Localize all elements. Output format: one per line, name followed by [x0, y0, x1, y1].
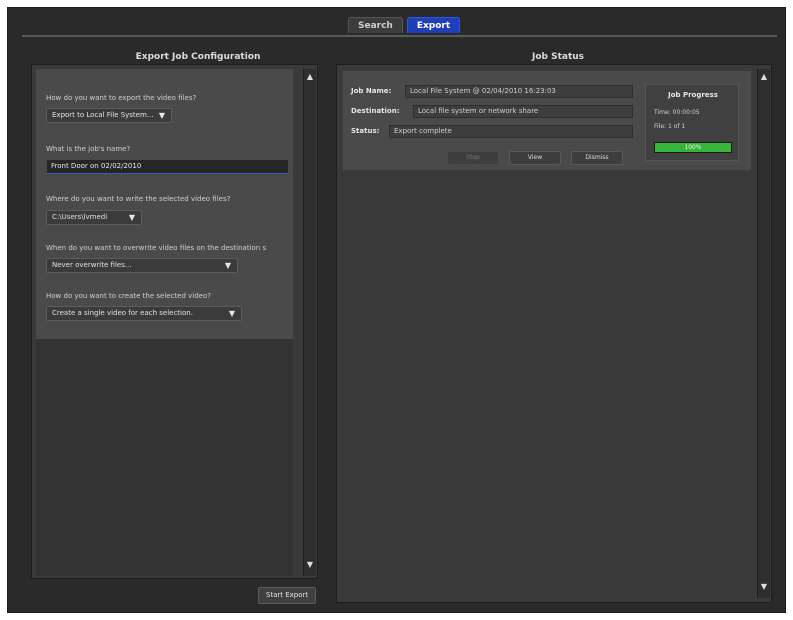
- question-overwrite: When do you want to overwrite video file…: [46, 244, 267, 252]
- destination-folder-value: C:\Users\lvmedi: [52, 213, 108, 221]
- export-method-select[interactable]: Export to Local File System... ▼: [46, 108, 172, 123]
- view-button[interactable]: View: [509, 151, 561, 165]
- chevron-down-icon: ▼: [228, 309, 235, 318]
- job-status-pane: Job Name: Local File System @ 02/04/2010…: [336, 64, 772, 603]
- progress-time: Time: 00:00:05: [654, 109, 700, 116]
- config-form: How do you want to export the video file…: [36, 69, 293, 339]
- stop-button[interactable]: Stop: [447, 151, 499, 165]
- question-destination-folder: Where do you want to write the selected …: [46, 195, 231, 203]
- file-label: File:: [654, 123, 667, 130]
- status-pane-title: Job Status: [531, 52, 585, 62]
- file-value: 1 of 1: [667, 123, 686, 130]
- job-name-value: Local File System @ 02/04/2010 16:23:03: [405, 85, 633, 98]
- question-job-name: What is the job's name?: [46, 145, 131, 153]
- job-name-input[interactable]: Front Door on 02/02/2010: [46, 159, 289, 174]
- job-progress-box: Job Progress Time: 00:00:05 File: 1 of 1…: [645, 84, 739, 161]
- progress-bar: 100%: [654, 142, 732, 153]
- time-value: 00:00:05: [672, 109, 700, 116]
- time-label: Time:: [654, 109, 671, 116]
- status-scrollbar[interactable]: ▲ ▼: [757, 69, 770, 598]
- destination-folder-select[interactable]: C:\Users\lvmedi ▼: [46, 210, 142, 225]
- scroll-down-icon[interactable]: ▼: [304, 560, 316, 573]
- job-name-label: Job Name:: [351, 87, 392, 95]
- export-config-pane: How do you want to export the video file…: [31, 64, 318, 579]
- question-export-method: How do you want to export the video file…: [46, 94, 197, 102]
- overwrite-select[interactable]: Never overwrite files... ▼: [46, 258, 238, 273]
- progress-percent: 100%: [684, 144, 702, 151]
- config-pane-title: Export Job Configuration: [135, 52, 261, 62]
- tab-divider: [22, 35, 777, 37]
- status-label: Status:: [351, 127, 380, 135]
- question-create-video: How do you want to create the selected v…: [46, 292, 211, 300]
- tab-export[interactable]: Export: [406, 17, 461, 33]
- tab-bar: Search Export: [348, 17, 461, 35]
- create-video-value: Create a single video for each selection…: [52, 309, 193, 317]
- progress-file: File: 1 of 1: [654, 123, 685, 130]
- overwrite-value: Never overwrite files...: [52, 261, 132, 269]
- scroll-up-icon[interactable]: ▲: [304, 72, 316, 85]
- scroll-down-icon[interactable]: ▼: [758, 582, 770, 595]
- job-card: Job Name: Local File System @ 02/04/2010…: [343, 71, 751, 170]
- start-export-button[interactable]: Start Export: [258, 587, 316, 604]
- config-empty-area: [36, 339, 293, 576]
- create-video-select[interactable]: Create a single video for each selection…: [46, 306, 242, 321]
- job-progress-title: Job Progress: [668, 91, 718, 99]
- chevron-down-icon: ▼: [128, 213, 135, 222]
- export-method-value: Export to Local File System...: [52, 111, 154, 119]
- application-window: Search Export Export Job Configuration J…: [7, 7, 786, 613]
- config-scrollbar[interactable]: ▲ ▼: [303, 69, 316, 576]
- tab-search[interactable]: Search: [348, 17, 403, 33]
- chevron-down-icon: ▼: [224, 261, 231, 270]
- destination-label: Destination:: [351, 107, 400, 115]
- scroll-up-icon[interactable]: ▲: [758, 72, 770, 85]
- chevron-down-icon: ▼: [158, 111, 165, 120]
- destination-value: Local file system or network share: [413, 105, 633, 118]
- status-value: Export complete: [389, 125, 633, 138]
- dismiss-button[interactable]: Dismiss: [571, 151, 623, 165]
